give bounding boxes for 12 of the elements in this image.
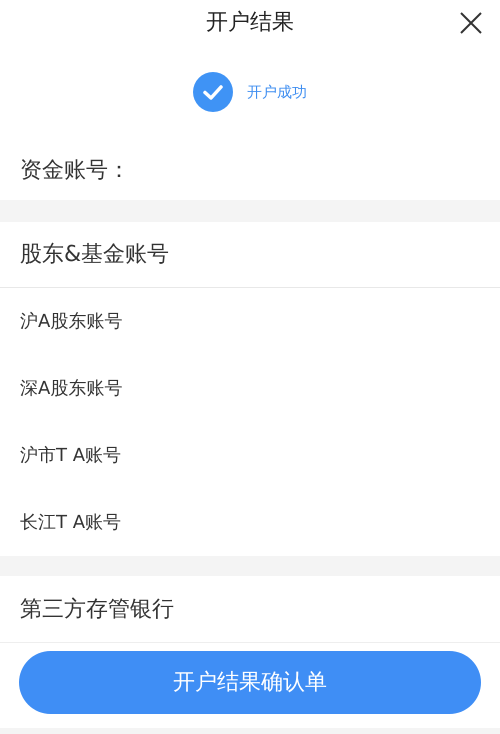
close-icon [459, 11, 483, 35]
confirm-button[interactable]: 开户结果确认单 [19, 651, 481, 714]
account-label: 沪A股东账号 [20, 310, 122, 334]
account-label: 深A股东账号 [20, 377, 122, 401]
account-label: 沪市T A账号 [20, 444, 122, 468]
section-title: 第三方存管银行 [20, 596, 174, 624]
page-title: 开户结果 [206, 9, 294, 37]
section-title: 股东&基金账号 [20, 241, 170, 269]
account-label: 长江T A账号 [20, 511, 122, 535]
status-text: 开户成功 [247, 82, 307, 103]
fund-account-label: 资金账号： [20, 156, 130, 184]
close-button[interactable] [458, 10, 484, 36]
